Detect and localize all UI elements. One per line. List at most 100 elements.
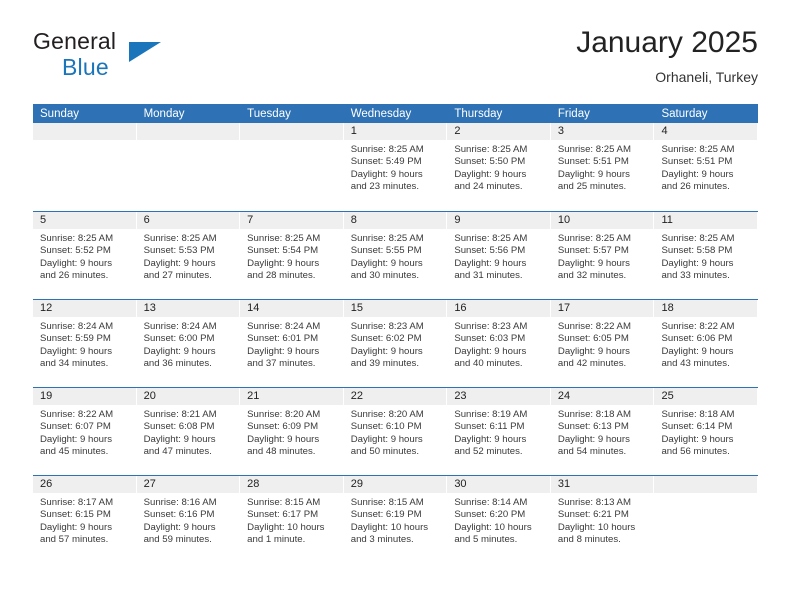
day-detail-line: Daylight: 9 hours <box>557 433 630 445</box>
page-subtitle: Orhaneli, Turkey <box>655 69 758 85</box>
day-detail-line: and 52 minutes. <box>454 445 523 457</box>
calendar-day-cell[interactable]: 14 Sunrise: 8:24 AM Sunset: 6:01 PM Dayligh… <box>240 300 344 387</box>
day-details: Sunrise: 8:25 AM Sunset: 5:53 PM Daylight:… <box>137 229 241 282</box>
day-detail-line: Sunset: 6:10 PM <box>350 421 422 433</box>
day-number-band: 18 <box>654 300 759 317</box>
calendar-day-cell[interactable]: 25 Sunrise: 8:18 AM Sunset: 6:14 PM Dayligh… <box>654 388 759 475</box>
day-details: Sunrise: 8:21 AM Sunset: 6:08 PM Daylight:… <box>137 405 241 458</box>
day-number: 7 <box>247 214 254 226</box>
day-number: 8 <box>350 214 357 226</box>
day-number: 31 <box>557 478 571 490</box>
calendar-day-cell[interactable]: 23 Sunrise: 8:19 AM Sunset: 6:11 PM Dayligh… <box>447 388 551 475</box>
day-number: 12 <box>40 302 53 314</box>
brand-logo[interactable]: General Blue <box>33 28 233 84</box>
calendar-day-cell[interactable]: 13 Sunrise: 8:24 AM Sunset: 6:00 PM Dayligh… <box>136 300 241 387</box>
day-detail-line: Daylight: 9 hours <box>454 433 527 445</box>
day-details: Sunrise: 8:22 AM Sunset: 6:07 PM Daylight:… <box>33 405 137 458</box>
calendar-day-cell[interactable]: 12 Sunrise: 8:24 AM Sunset: 5:59 PM Dayligh… <box>33 300 137 387</box>
day-number-band: 26 <box>33 476 137 493</box>
day-number-band: 11 <box>654 212 759 229</box>
day-detail-line: and 32 minutes. <box>557 269 627 281</box>
calendar-day-cell[interactable]: 7 Sunrise: 8:25 AM Sunset: 5:54 PM Daylight… <box>240 212 344 299</box>
day-detail-line: Sunset: 5:53 PM <box>143 245 215 257</box>
calendar-day-cell[interactable]: 17 Sunrise: 8:22 AM Sunset: 6:05 PM Dayligh… <box>550 300 655 387</box>
calendar-day-cell[interactable]: 4 Sunrise: 8:25 AM Sunset: 5:51 PM Daylight… <box>654 123 759 211</box>
day-detail-line: Sunrise: 8:18 AM <box>661 409 735 420</box>
day-number: 3 <box>557 125 565 137</box>
day-detail-line: and 47 minutes. <box>143 445 212 457</box>
calendar-day-cell[interactable]: 2 Sunrise: 8:25 AM Sunset: 5:50 PM Daylight… <box>447 123 551 211</box>
day-detail-line: Sunrise: 8:15 AM <box>247 497 321 508</box>
calendar-day-cell[interactable]: 29 Sunrise: 8:15 AM Sunset: 6:19 PM Dayligh… <box>343 476 448 563</box>
day-details: Sunrise: 8:25 AM Sunset: 5:56 PM Daylight:… <box>447 229 551 282</box>
calendar-day-cell[interactable]: 1 Sunrise: 8:25 AM Sunset: 5:49 PM Daylight… <box>343 123 448 211</box>
page-title: January 2025 <box>576 26 758 59</box>
day-detail-line: Daylight: 9 hours <box>40 257 112 269</box>
calendar-day-cell[interactable]: 27 Sunrise: 8:16 AM Sunset: 6:16 PM Dayligh… <box>136 476 241 563</box>
day-details: Sunrise: 8:18 AM Sunset: 6:14 PM Daylight:… <box>654 405 758 458</box>
calendar-day-cell[interactable]: 31 Sunrise: 8:13 AM Sunset: 6:21 PM Dayligh… <box>550 476 655 563</box>
day-detail-line: and 8 minutes. <box>557 533 621 545</box>
weekday-header-sunday: Sunday <box>40 108 80 120</box>
calendar-day-cell[interactable]: 3 Sunrise: 8:25 AM Sunset: 5:51 PM Daylight… <box>550 123 655 211</box>
day-detail-line: Daylight: 10 hours <box>557 521 636 533</box>
day-number: 13 <box>143 302 156 314</box>
day-details: Sunrise: 8:13 AM Sunset: 6:21 PM Daylight:… <box>551 493 655 546</box>
day-detail-line: Daylight: 9 hours <box>454 345 527 357</box>
calendar-day-cell[interactable]: 8 Sunrise: 8:25 AM Sunset: 5:55 PM Daylight… <box>343 212 448 299</box>
day-detail-line: Daylight: 9 hours <box>247 257 320 269</box>
calendar-day-cell-empty <box>33 123 137 211</box>
day-number: 26 <box>40 478 53 490</box>
day-detail-line: Daylight: 9 hours <box>247 345 320 357</box>
day-detail-line: Sunset: 5:50 PM <box>454 156 526 168</box>
day-detail-line: and 42 minutes. <box>557 357 627 369</box>
day-detail-line: Sunset: 6:17 PM <box>247 509 319 521</box>
day-number: 30 <box>454 478 467 490</box>
calendar-day-cell[interactable]: 9 Sunrise: 8:25 AM Sunset: 5:56 PM Daylight… <box>447 212 551 299</box>
calendar-day-cell[interactable]: 20 Sunrise: 8:21 AM Sunset: 6:08 PM Dayligh… <box>136 388 241 475</box>
day-detail-line: Sunrise: 8:24 AM <box>40 321 114 332</box>
day-details: Sunrise: 8:24 AM Sunset: 6:01 PM Daylight:… <box>240 317 344 370</box>
day-detail-line: Sunrise: 8:14 AM <box>454 497 528 508</box>
calendar-day-cell[interactable]: 26 Sunrise: 8:17 AM Sunset: 6:15 PM Dayligh… <box>33 476 137 563</box>
day-detail-line: Daylight: 9 hours <box>454 257 527 269</box>
day-details: Sunrise: 8:14 AM Sunset: 6:20 PM Daylight:… <box>447 493 551 546</box>
weekday-header-monday: Monday <box>143 108 185 120</box>
day-detail-line: Sunrise: 8:20 AM <box>350 409 424 420</box>
day-detail-line: and 34 minutes. <box>40 357 109 369</box>
calendar-day-cell[interactable]: 22 Sunrise: 8:20 AM Sunset: 6:10 PM Dayligh… <box>343 388 448 475</box>
calendar-day-cell[interactable]: 28 Sunrise: 8:15 AM Sunset: 6:17 PM Dayligh… <box>240 476 344 563</box>
day-number: 15 <box>350 302 363 314</box>
calendar-day-cell[interactable]: 10 Sunrise: 8:25 AM Sunset: 5:57 PM Dayligh… <box>550 212 655 299</box>
calendar-week-row: 26 Sunrise: 8:17 AM Sunset: 6:15 PM Dayligh… <box>33 475 759 563</box>
day-number: 18 <box>661 302 674 314</box>
calendar-day-cell[interactable]: 6 Sunrise: 8:25 AM Sunset: 5:53 PM Daylight… <box>136 212 241 299</box>
day-detail-line: and 25 minutes. <box>557 180 627 192</box>
calendar-day-cell[interactable]: 11 Sunrise: 8:25 AM Sunset: 5:58 PM Dayligh… <box>654 212 759 299</box>
day-detail-line: and 26 minutes. <box>661 180 730 192</box>
day-number-band: 17 <box>550 300 655 317</box>
day-number-band: 13 <box>136 300 241 317</box>
day-number-band: 30 <box>447 476 551 493</box>
day-details: Sunrise: 8:25 AM Sunset: 5:49 PM Daylight:… <box>344 140 448 193</box>
day-number: 1 <box>350 125 357 137</box>
calendar-day-cell[interactable]: 30 Sunrise: 8:14 AM Sunset: 6:20 PM Dayligh… <box>447 476 551 563</box>
day-detail-line: Sunrise: 8:25 AM <box>350 233 424 244</box>
day-detail-line: Daylight: 9 hours <box>557 168 630 180</box>
day-detail-line: and 50 minutes. <box>350 445 420 457</box>
day-number-band: 10 <box>550 212 655 229</box>
calendar-day-cell[interactable]: 18 Sunrise: 8:22 AM Sunset: 6:06 PM Dayligh… <box>654 300 759 387</box>
day-number-band: 9 <box>447 212 551 229</box>
day-number-band: 3 <box>550 123 655 140</box>
calendar-day-cell[interactable]: 21 Sunrise: 8:20 AM Sunset: 6:09 PM Dayligh… <box>240 388 344 475</box>
calendar-day-cell[interactable]: 15 Sunrise: 8:23 AM Sunset: 6:02 PM Dayligh… <box>343 300 448 387</box>
calendar-day-cell[interactable]: 19 Sunrise: 8:22 AM Sunset: 6:07 PM Dayligh… <box>33 388 137 475</box>
day-number-band: 19 <box>33 388 137 405</box>
calendar-day-cell[interactable]: 24 Sunrise: 8:18 AM Sunset: 6:13 PM Dayligh… <box>550 388 655 475</box>
day-detail-line: and 54 minutes. <box>557 445 627 457</box>
day-details <box>654 493 758 497</box>
calendar-day-cell[interactable]: 16 Sunrise: 8:23 AM Sunset: 6:03 PM Dayligh… <box>447 300 551 387</box>
day-number-band: 22 <box>343 388 448 405</box>
calendar-day-cell[interactable]: 5 Sunrise: 8:25 AM Sunset: 5:52 PM Daylight… <box>33 212 137 299</box>
day-detail-line: Daylight: 10 hours <box>350 521 429 533</box>
